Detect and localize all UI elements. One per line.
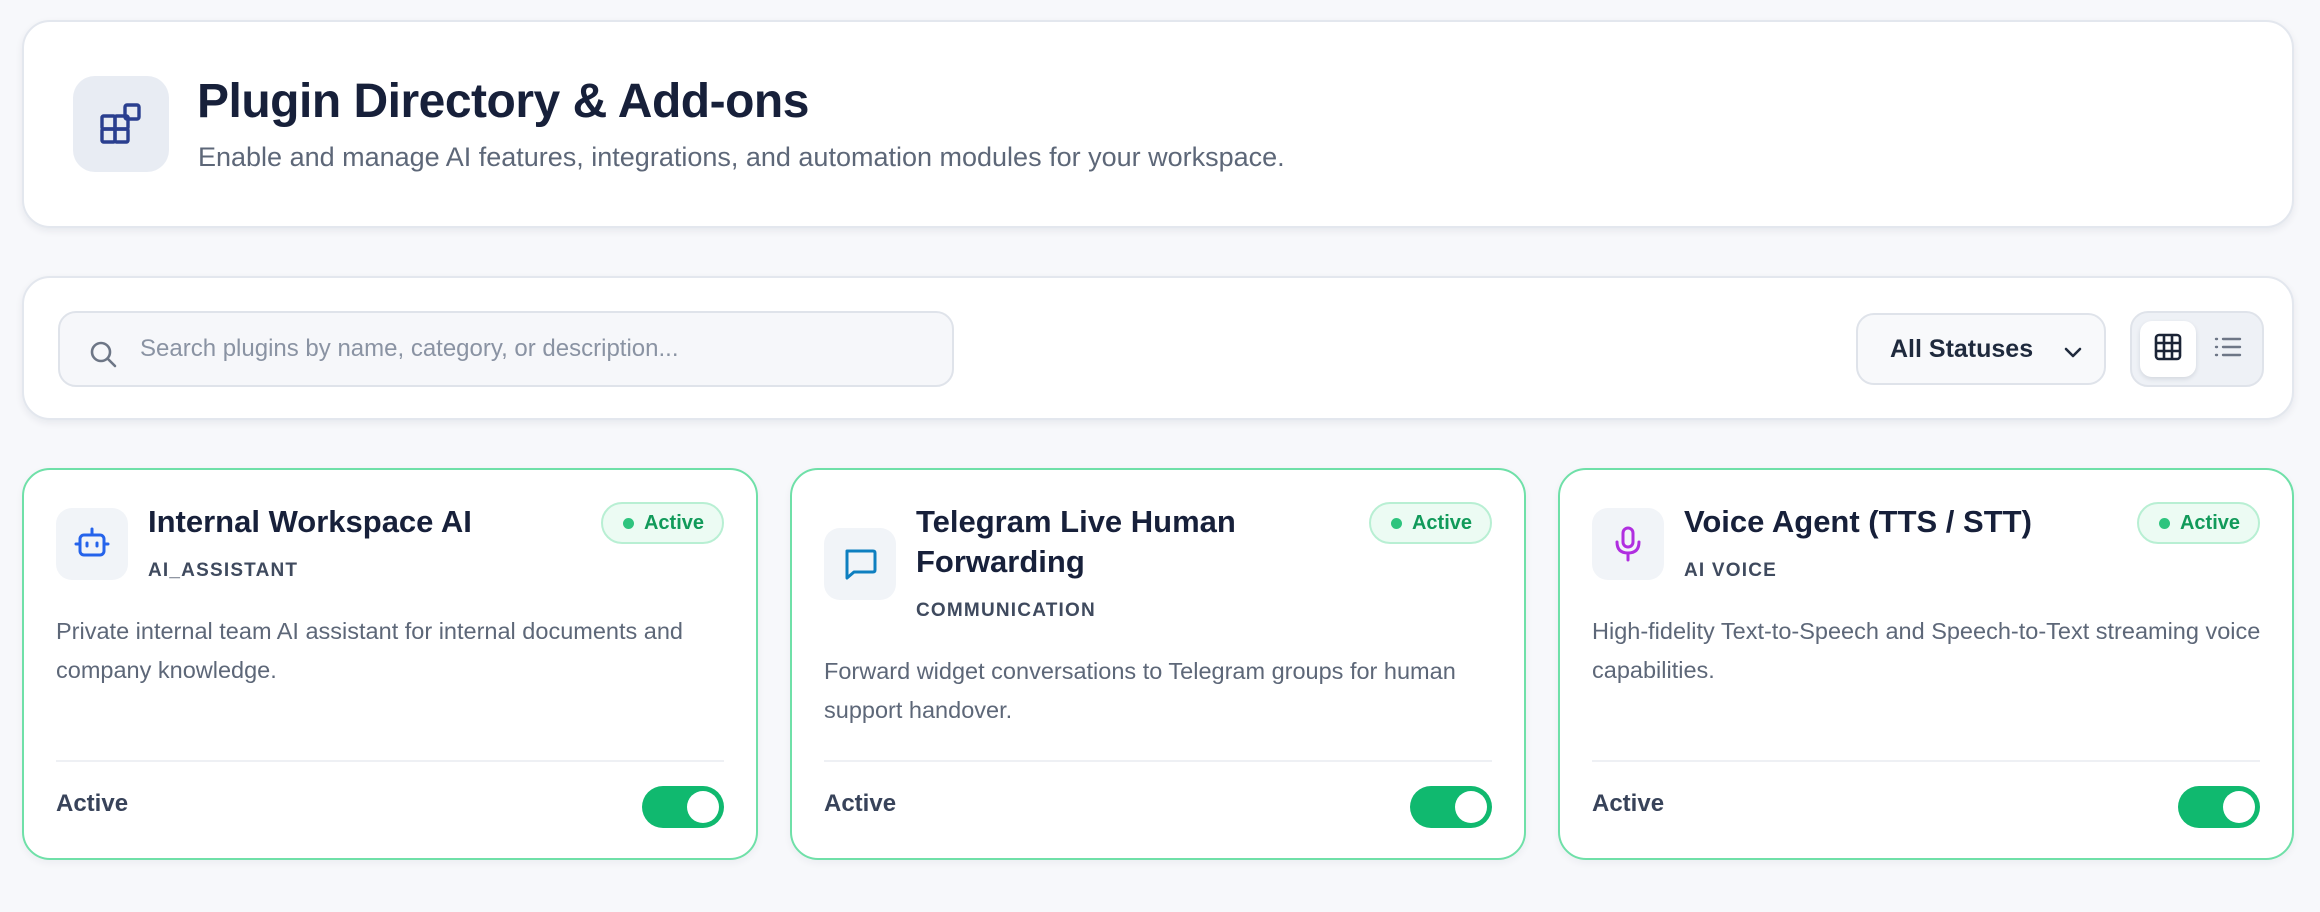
- plugin-category: AI VOICE: [1684, 560, 1778, 581]
- search-box[interactable]: [58, 311, 954, 387]
- grid-view-button[interactable]: [2140, 321, 2196, 377]
- plugin-card: Telegram Live Human Forwarding COMMUNICA…: [790, 468, 1526, 860]
- page-subtitle: Enable and manage AI features, integrati…: [198, 142, 1285, 172]
- card-divider: [824, 760, 1492, 762]
- plugin-category: COMMUNICATION: [916, 600, 1096, 621]
- status-badge: Active: [600, 502, 724, 544]
- plugin-enable-toggle[interactable]: [2178, 786, 2260, 828]
- plugin-description: High-fidelity Text-to-Speech and Speech-…: [1592, 618, 2261, 683]
- status-badge-label: Active: [2179, 511, 2240, 534]
- bot-icon: [56, 508, 128, 580]
- grid-icon: [2153, 332, 2183, 367]
- plugin-name: Telegram Live Human Forwarding: [916, 504, 1236, 579]
- status-filter-value: All Statuses: [1890, 334, 2034, 363]
- plugins-grid-icon: [73, 76, 169, 172]
- toggle-knob: [687, 791, 719, 823]
- microphone-icon: [1592, 508, 1664, 580]
- chevron-down-icon: [2062, 341, 2084, 370]
- status-badge: Active: [2136, 502, 2260, 544]
- plugin-card: Voice Agent (TTS / STT) AI VOICE Active …: [1558, 468, 2294, 860]
- plugin-status-label: Active: [824, 790, 897, 817]
- plugin-status-label: Active: [56, 790, 129, 817]
- filter-toolbar: All Statuses: [22, 276, 2294, 420]
- page-header: Plugin Directory & Add-ons Enable and ma…: [22, 20, 2294, 228]
- toggle-knob: [1455, 791, 1487, 823]
- plugin-description: Forward widget conversations to Telegram…: [824, 658, 1456, 723]
- plugin-name: Voice Agent (TTS / STT): [1684, 504, 2032, 539]
- list-icon: [2212, 332, 2244, 367]
- plugin-description: Private internal team AI assistant for i…: [56, 618, 683, 683]
- view-mode-toggle: [2130, 311, 2264, 387]
- card-divider: [56, 760, 724, 762]
- plugin-category: AI_ASSISTANT: [148, 560, 299, 581]
- plugin-status-label: Active: [1592, 790, 1665, 817]
- status-badge: Active: [1368, 502, 1492, 544]
- plugin-name: Internal Workspace AI: [148, 504, 472, 539]
- status-badge-label: Active: [1411, 511, 1472, 534]
- status-filter-select[interactable]: All Statuses: [1856, 313, 2106, 385]
- plugin-card: Internal Workspace AI AI_ASSISTANT Activ…: [22, 468, 758, 860]
- search-input[interactable]: [140, 313, 930, 385]
- chat-bubble-icon: [824, 528, 896, 600]
- status-dot-icon: [2158, 517, 2170, 529]
- status-badge-label: Active: [643, 511, 704, 534]
- toggle-knob: [2223, 791, 2255, 823]
- search-icon: [88, 339, 118, 374]
- status-dot-icon: [1390, 517, 1402, 529]
- status-dot-icon: [622, 517, 634, 529]
- card-divider: [1592, 760, 2260, 762]
- plugin-enable-toggle[interactable]: [642, 786, 724, 828]
- page-title: Plugin Directory & Add-ons: [197, 75, 809, 128]
- plugin-enable-toggle[interactable]: [1410, 786, 1492, 828]
- list-view-button[interactable]: [2200, 321, 2256, 377]
